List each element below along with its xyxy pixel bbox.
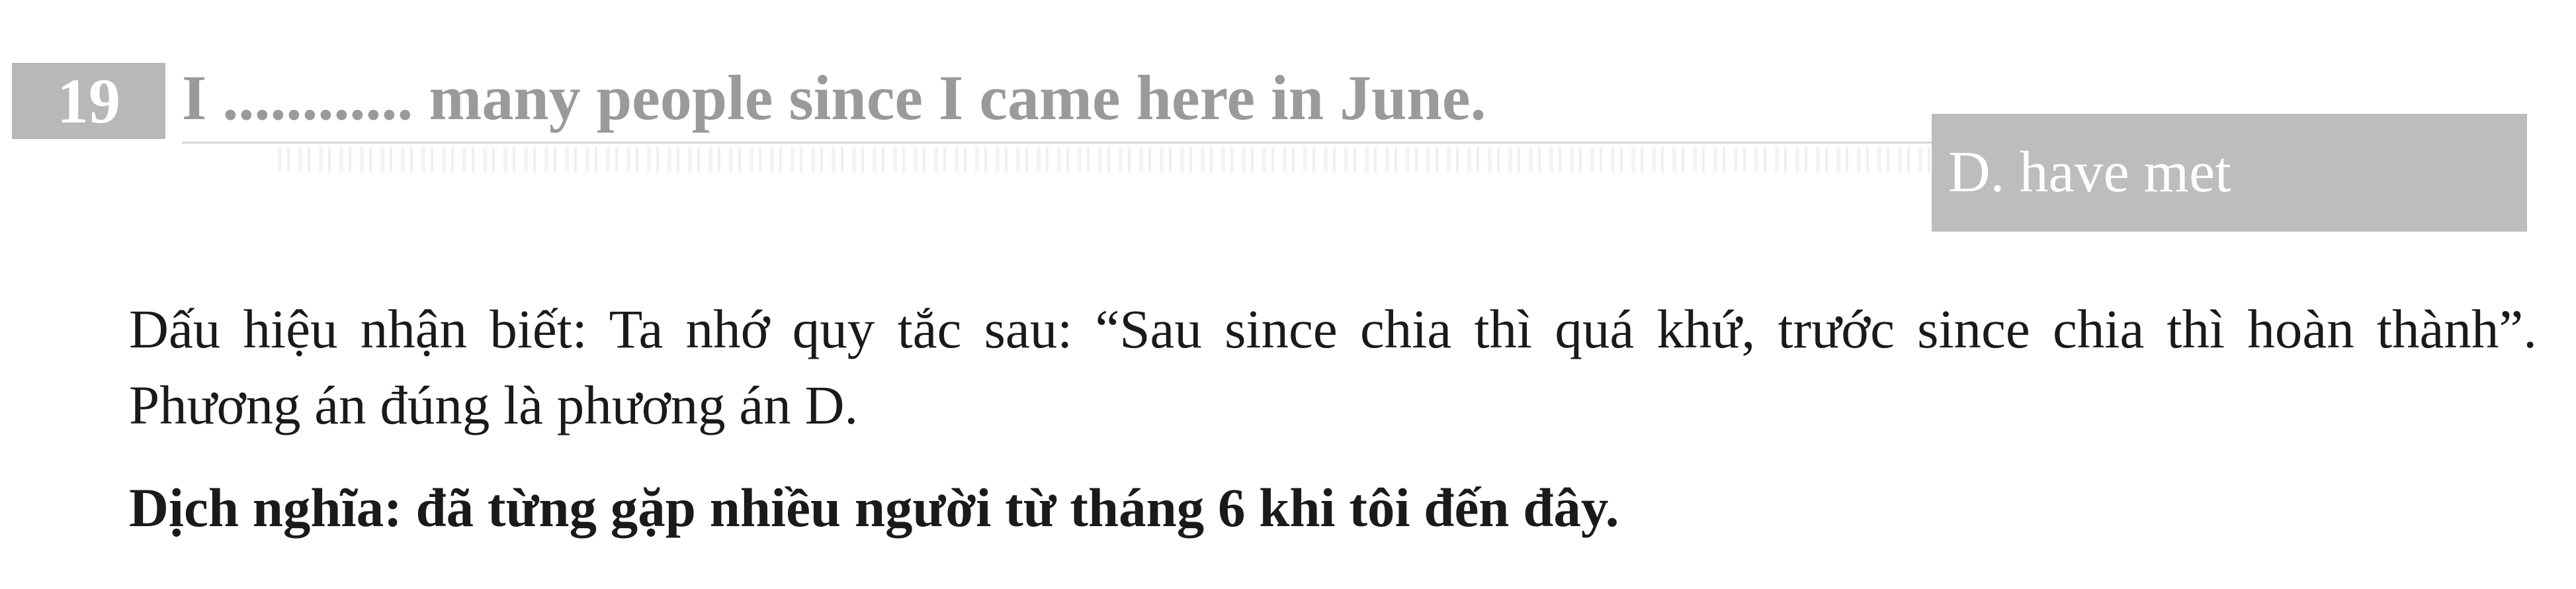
answer-box: D. have met [1932,114,2527,232]
question-number-badge: 19 [12,63,165,139]
question-text: I ............ many people since I came … [182,62,1486,133]
explanation-paragraph: Dấu hiệu nhận biết: Ta nhớ quy tắc sau: … [129,298,2537,435]
translation-line: Dịch nghĩa: đã từng gặp nhiều người từ t… [129,477,1619,538]
scan-noise-band [278,147,1932,172]
question-underline [182,142,1935,144]
document-page: { "question": { "number": "19", "text": … [0,0,2576,589]
